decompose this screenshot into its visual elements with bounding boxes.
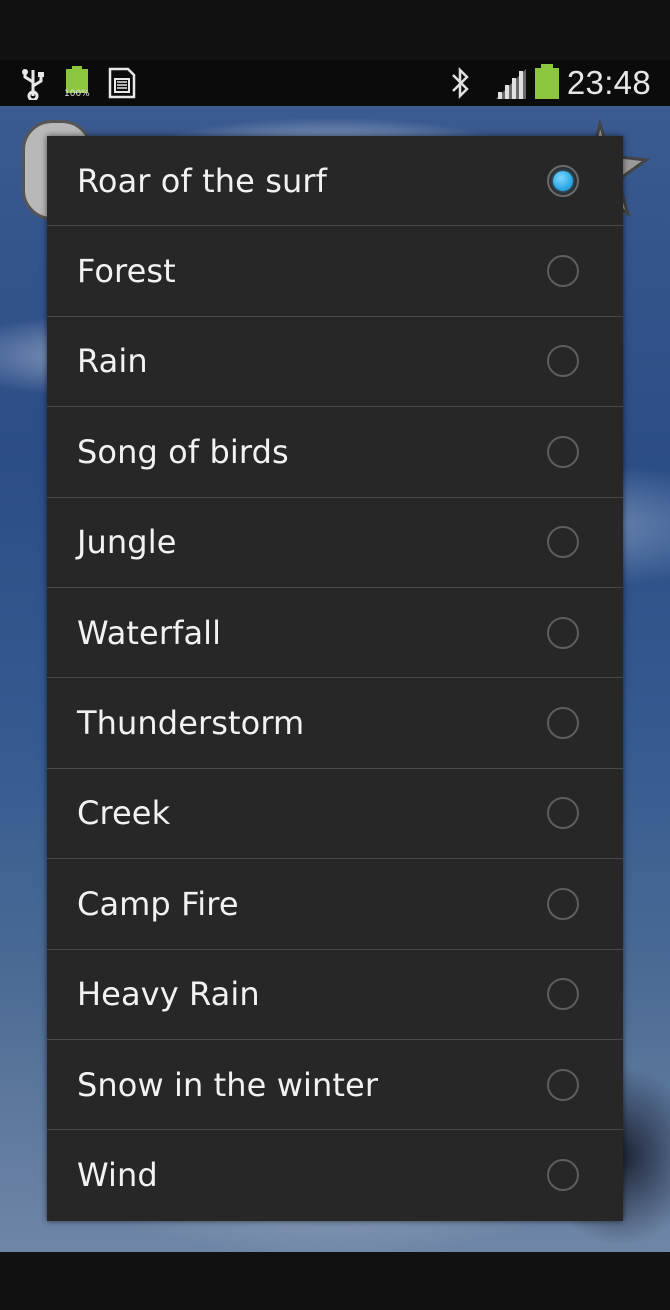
option-song-of-birds[interactable]: Song of birds: [47, 407, 623, 498]
option-camp-fire[interactable]: Camp Fire: [47, 859, 623, 950]
option-label: Song of birds: [77, 432, 289, 471]
radio-button[interactable]: [547, 255, 579, 288]
radio-button[interactable]: [547, 797, 579, 830]
radio-button[interactable]: [547, 707, 579, 740]
option-roar-of-the-surf[interactable]: Roar of the surf: [47, 136, 623, 227]
radio-button[interactable]: [547, 616, 579, 649]
battery-icon: [534, 64, 560, 100]
radio-button[interactable]: [547, 978, 579, 1011]
radio-dot: [553, 170, 573, 191]
sd-card-icon: [108, 67, 136, 99]
option-label: Camp Fire: [77, 884, 239, 923]
top-letterbox: [0, 0, 670, 60]
radio-button[interactable]: [547, 1159, 579, 1192]
radio-button[interactable]: [547, 1068, 579, 1101]
signal-icon: [496, 69, 526, 99]
radio-button[interactable]: [547, 526, 579, 559]
battery-100-icon: 100%: [64, 66, 90, 100]
radio-button[interactable]: [547, 435, 579, 468]
radio-button[interactable]: [547, 887, 579, 920]
bottom-letterbox: [0, 1252, 670, 1310]
option-waterfall[interactable]: Waterfall: [47, 588, 623, 679]
option-thunderstorm[interactable]: Thunderstorm: [47, 678, 623, 769]
radio-button[interactable]: [547, 345, 579, 378]
option-label: Snow in the winter: [77, 1065, 379, 1104]
radio-button-checked[interactable]: [547, 164, 579, 197]
option-label: Creek: [77, 794, 171, 833]
bluetooth-icon: [452, 66, 469, 100]
status-clock: 23:48: [566, 64, 651, 101]
usb-icon: [22, 69, 44, 100]
option-forest[interactable]: Forest: [47, 226, 623, 317]
option-label: Roar of the surf: [77, 161, 327, 200]
sound-selection-dialog: Roar of the surf Forest Rain Song of bir…: [47, 136, 623, 1221]
option-snow-in-the-winter[interactable]: Snow in the winter: [47, 1040, 623, 1131]
option-label: Rain: [77, 342, 148, 381]
option-wind[interactable]: Wind: [47, 1130, 623, 1220]
option-label: Jungle: [77, 523, 177, 562]
option-label: Waterfall: [77, 613, 222, 652]
option-label: Thunderstorm: [77, 704, 305, 743]
option-rain[interactable]: Rain: [47, 317, 623, 408]
option-label: Heavy Rain: [77, 975, 260, 1014]
option-creek[interactable]: Creek: [47, 769, 623, 860]
option-jungle[interactable]: Jungle: [47, 498, 623, 588]
status-bar: 100% 23:48: [0, 60, 670, 106]
battery-percent-text: 100%: [64, 89, 90, 99]
option-heavy-rain[interactable]: Heavy Rain: [47, 950, 623, 1040]
option-label: Wind: [77, 1156, 158, 1195]
option-label: Forest: [77, 252, 176, 291]
